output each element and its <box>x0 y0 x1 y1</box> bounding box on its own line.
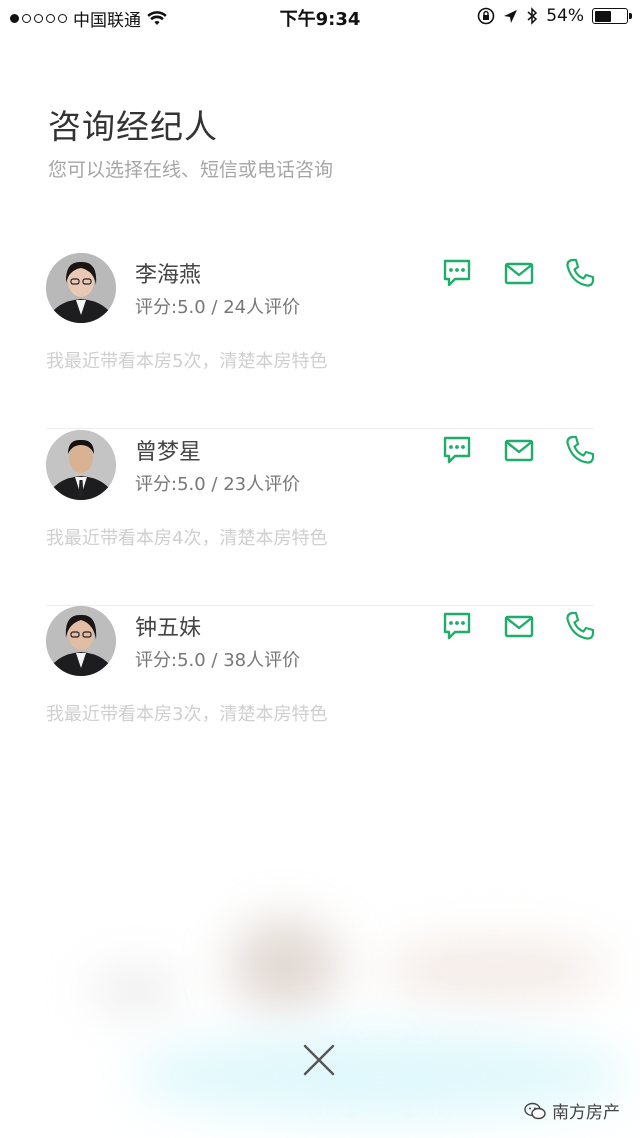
agent-name: 曾梦星 <box>135 440 202 465</box>
envelope-icon <box>504 615 534 638</box>
close-icon <box>303 1044 335 1076</box>
wechat-icon <box>524 1102 546 1119</box>
agent-rating: 评分:5.0 / 24人评价 <box>135 297 301 318</box>
battery-percent: 54% <box>546 6 584 26</box>
sms-button[interactable] <box>503 434 535 466</box>
chat-bubble-icon <box>443 612 471 640</box>
watermark: 南方房产 <box>524 1098 620 1123</box>
divider <box>46 428 594 429</box>
envelope-icon <box>504 439 534 462</box>
agent-note: 我最近带看本房3次，清楚本房特色 <box>46 704 328 725</box>
phone-call-button[interactable] <box>564 257 596 289</box>
rotation-lock-icon <box>477 7 495 25</box>
consult-agent-page: 中国联通 下午9:34 54% 咨询经纪人 您可以选择在线、短信或电话咨询 李海… <box>0 0 640 1138</box>
agent-avatar <box>46 253 116 323</box>
sms-button[interactable] <box>503 257 535 289</box>
battery-level-fill <box>594 10 612 22</box>
phone-icon <box>566 435 595 464</box>
agent-rating: 评分:5.0 / 38人评价 <box>135 650 301 671</box>
location-arrow-icon <box>504 9 518 23</box>
page-subtitle: 您可以选择在线、短信或电话咨询 <box>48 159 334 181</box>
online-chat-button[interactable] <box>441 257 473 289</box>
agent-note: 我最近带看本房5次，清楚本房特色 <box>46 351 328 372</box>
page-title: 咨询经纪人 <box>48 107 218 146</box>
agent-name: 李海燕 <box>135 263 202 288</box>
agent-rating: 评分:5.0 / 23人评价 <box>135 474 301 495</box>
phone-icon <box>566 611 595 640</box>
phone-icon <box>566 258 595 287</box>
phone-call-button[interactable] <box>564 610 596 642</box>
agent-avatar <box>46 606 116 676</box>
agent-card: 李海燕 评分:5.0 / 24人评价 我最近带看本房5次，清楚本房特色 <box>46 253 596 429</box>
watermark-text: 南方房产 <box>552 1103 620 1123</box>
agent-card: 钟五妹 评分:5.0 / 38人评价 我最近带看本房3次，清楚本房特色 <box>46 606 596 782</box>
chat-bubble-icon <box>443 259 471 287</box>
agent-name: 钟五妹 <box>135 616 202 641</box>
chat-bubble-icon <box>443 436 471 464</box>
online-chat-button[interactable] <box>441 434 473 466</box>
envelope-icon <box>504 262 534 285</box>
agent-card: 曾梦星 评分:5.0 / 23人评价 我最近带看本房4次，清楚本房特色 <box>46 430 596 606</box>
battery-icon <box>592 8 632 24</box>
sms-button[interactable] <box>503 610 535 642</box>
status-right: 54% <box>477 6 632 26</box>
agent-note: 我最近带看本房4次，清楚本房特色 <box>46 528 328 549</box>
agent-avatar <box>46 430 116 500</box>
phone-call-button[interactable] <box>564 434 596 466</box>
close-button[interactable] <box>302 1043 336 1077</box>
status-bar: 中国联通 下午9:34 54% <box>0 0 640 34</box>
bluetooth-icon <box>527 7 538 25</box>
online-chat-button[interactable] <box>441 610 473 642</box>
